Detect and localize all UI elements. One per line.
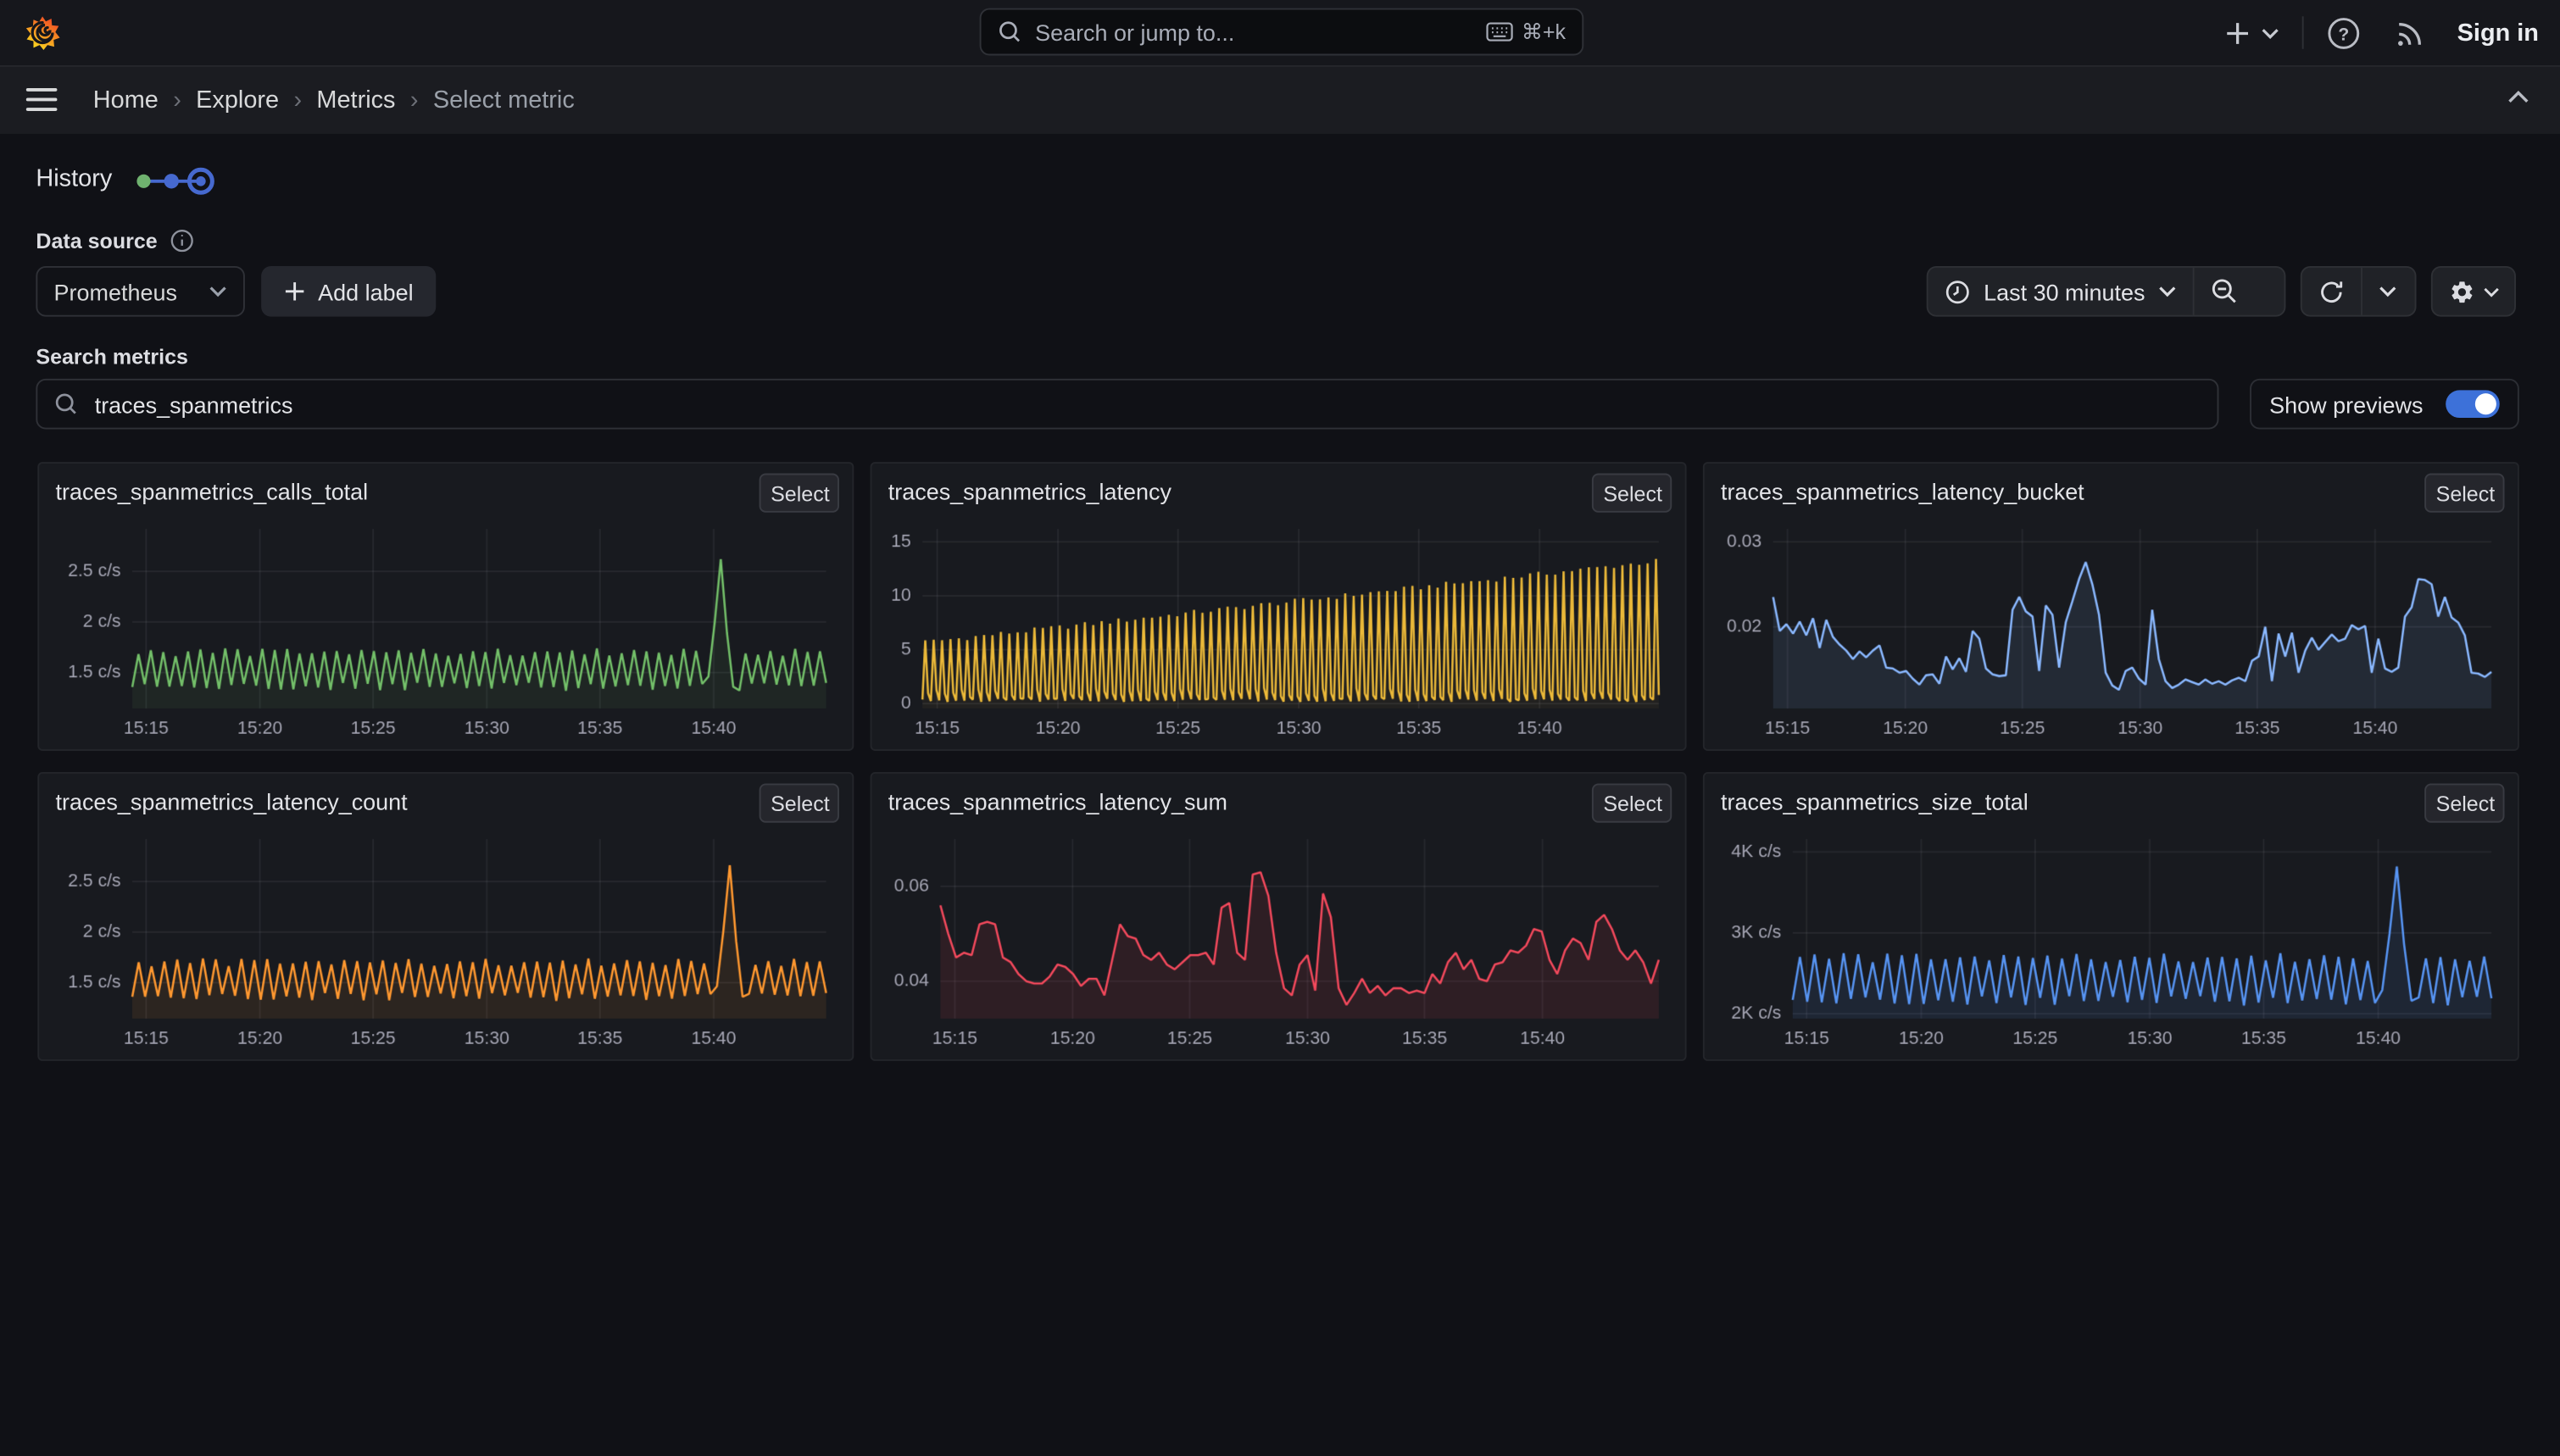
data-source-picker[interactable]: Prometheus xyxy=(36,266,245,317)
keyboard-icon xyxy=(1485,21,1513,42)
toggle-knob xyxy=(2475,393,2496,414)
menu-hamburger-button[interactable] xyxy=(26,88,58,111)
chevron-down-icon xyxy=(2262,27,2279,38)
zoom-out-icon xyxy=(2211,277,2239,305)
metric-preview-chart xyxy=(53,823,843,1052)
grafana-app: Search or jump to... ⌘+k ? xyxy=(0,0,2560,1456)
chevron-up-icon[interactable] xyxy=(2506,90,2530,104)
chevron-down-icon xyxy=(2158,286,2176,297)
metric-preview-chart xyxy=(53,513,843,742)
select-metric-button[interactable]: Select xyxy=(1592,783,1672,822)
chevron-down-icon xyxy=(2483,286,2499,297)
panel-title: traces_spanmetrics_latency xyxy=(888,478,1171,504)
show-previews-toggle[interactable] xyxy=(2446,390,2500,418)
metric-panel-grid: traces_spanmetrics_calls_total Select tr… xyxy=(37,462,2519,1061)
panel-title: traces_spanmetrics_latency_count xyxy=(55,788,407,814)
time-range-group: Last 30 minutes xyxy=(1927,266,2286,317)
metric-search-input[interactable] xyxy=(92,389,2201,419)
breadcrumb-home[interactable]: Home xyxy=(93,86,159,114)
data-source-label: Data source xyxy=(36,229,195,253)
breadcrumb-metrics[interactable]: Metrics xyxy=(316,86,395,114)
metric-preview-chart xyxy=(885,823,1675,1052)
explore-metrics-content: History Data source Prometheus xyxy=(0,134,2560,1456)
plus-icon xyxy=(284,281,305,302)
search-shortcut: ⌘+k xyxy=(1522,19,1566,45)
select-metric-button[interactable]: Select xyxy=(760,783,839,822)
add-new-button[interactable] xyxy=(2225,20,2279,45)
show-previews-label: Show previews xyxy=(2269,391,2423,417)
chevron-down-icon xyxy=(2379,286,2396,297)
metric-panel: traces_spanmetrics_latency_sum Select xyxy=(871,772,1687,1061)
history-timeline[interactable] xyxy=(134,165,219,198)
breadcrumb-current: Select metric xyxy=(433,86,575,114)
panel-title: traces_spanmetrics_latency_sum xyxy=(888,788,1227,814)
search-metrics-label: Search metrics xyxy=(36,344,188,369)
select-metric-button[interactable]: Select xyxy=(2424,474,2504,513)
panel-title: traces_spanmetrics_calls_total xyxy=(55,478,368,504)
metric-panel: traces_spanmetrics_latency_count Select xyxy=(37,772,854,1061)
select-metric-button[interactable]: Select xyxy=(2424,783,2504,822)
breadcrumb-separator: › xyxy=(410,86,419,114)
breadcrumb-separator: › xyxy=(293,86,302,114)
news-rss-button[interactable] xyxy=(2394,17,2425,48)
chevron-down-icon xyxy=(209,286,227,297)
settings-group xyxy=(2431,266,2516,317)
select-metric-button[interactable]: Select xyxy=(1592,474,1672,513)
top-nav: Search or jump to... ⌘+k ? xyxy=(0,0,2560,67)
time-range-picker[interactable]: Last 30 minutes xyxy=(1928,268,2193,315)
metric-preview-chart xyxy=(1717,513,2507,742)
add-label-button[interactable]: Add label xyxy=(261,266,436,317)
search-icon xyxy=(54,392,79,416)
time-range-label: Last 30 minutes xyxy=(1984,278,2145,304)
metric-panel: traces_spanmetrics_size_total Select xyxy=(1703,772,2519,1061)
metric-panel: traces_spanmetrics_calls_total Select xyxy=(37,462,854,751)
history-label: History xyxy=(36,165,112,193)
breadcrumb-bar: Home › Explore › Metrics › Select metric xyxy=(0,67,2560,136)
search-placeholder: Search or jump to... xyxy=(1035,19,1485,45)
global-search-bar[interactable]: Search or jump to... ⌘+k xyxy=(980,8,1584,56)
refresh-group xyxy=(2301,266,2417,317)
gear-icon xyxy=(2449,278,2475,304)
show-previews-control: Show previews xyxy=(2250,379,2519,430)
search-icon xyxy=(998,19,1022,44)
select-metric-button[interactable]: Select xyxy=(760,474,839,513)
help-button[interactable]: ? xyxy=(2327,15,2361,49)
metric-panel: traces_spanmetrics_latency Select xyxy=(871,462,1687,751)
settings-button[interactable] xyxy=(2433,268,2516,315)
info-icon[interactable] xyxy=(170,229,195,253)
metric-preview-chart xyxy=(1717,823,2507,1052)
clock-icon xyxy=(1945,278,1971,304)
refresh-interval-dropdown[interactable] xyxy=(2362,268,2413,315)
refresh-button[interactable] xyxy=(2302,268,2361,315)
panel-title: traces_spanmetrics_size_total xyxy=(1721,788,2029,814)
history-step-icon xyxy=(136,175,150,188)
breadcrumb-explore[interactable]: Explore xyxy=(196,86,279,114)
history-step-icon xyxy=(164,174,179,188)
svg-text:?: ? xyxy=(2338,25,2349,44)
zoom-out-button[interactable] xyxy=(2194,268,2254,315)
breadcrumb: Home › Explore › Metrics › Select metric xyxy=(93,67,575,134)
metric-search-box xyxy=(36,379,2218,430)
grafana-logo-icon[interactable] xyxy=(25,14,60,50)
panel-title: traces_spanmetrics_latency_bucket xyxy=(1721,478,2084,504)
breadcrumb-separator: › xyxy=(173,86,181,114)
sign-in-button[interactable]: Sign in xyxy=(2457,19,2539,47)
metric-preview-chart xyxy=(885,513,1675,742)
metric-panel: traces_spanmetrics_latency_bucket Select xyxy=(1703,462,2519,751)
divider xyxy=(2302,16,2304,49)
refresh-icon xyxy=(2318,278,2345,304)
